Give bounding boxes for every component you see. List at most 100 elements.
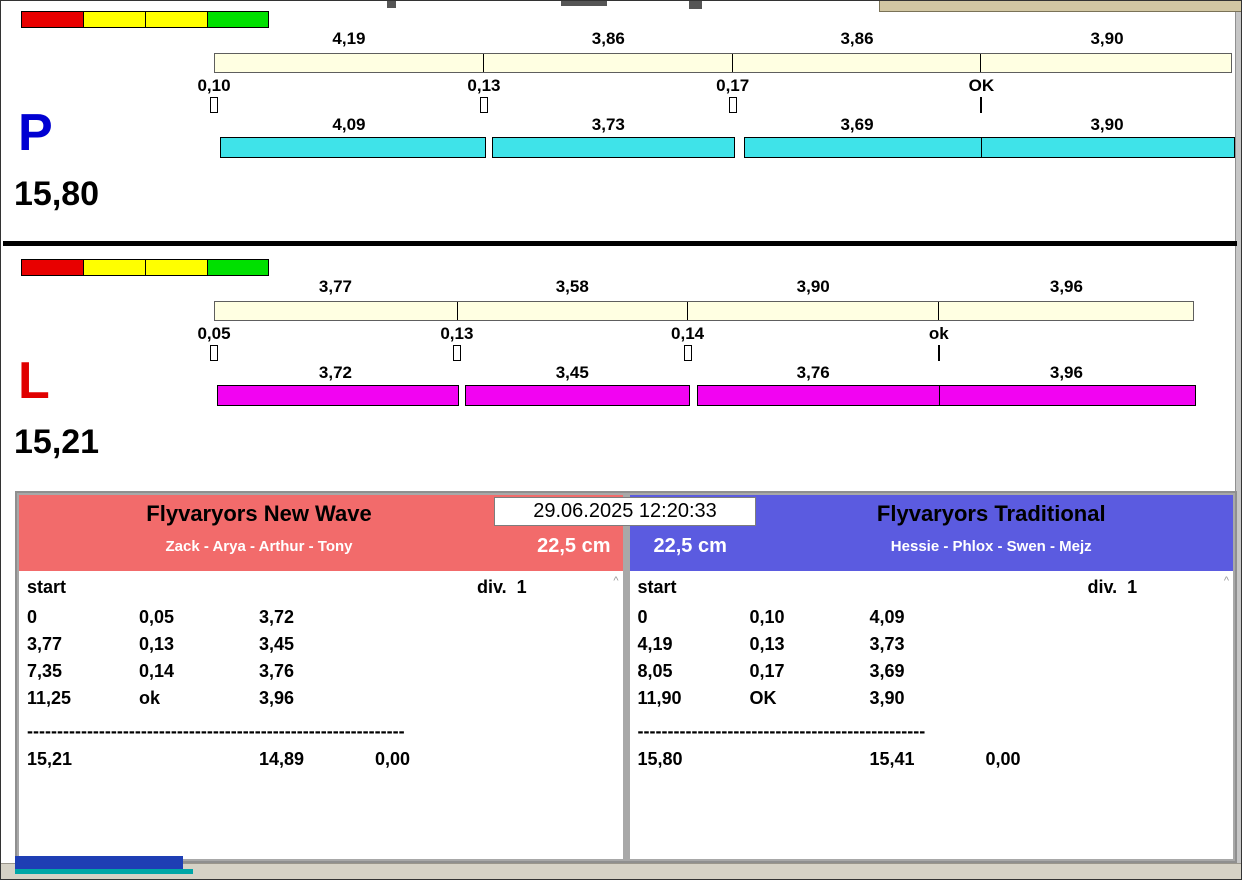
start-light-2 (145, 11, 207, 28)
leg-segment (938, 302, 1193, 320)
row-run-time: 3,90 (869, 688, 905, 708)
start-light-2 (145, 259, 207, 276)
results-list[interactable]: ^ start div. 1 0 0,05 3,72 3,77 0,13 3,45 7,35 0,… (19, 571, 623, 859)
team-panel-left: Flyvaryors New Wave Zack - Arya - Arthur… (19, 495, 623, 859)
scrollbar-up-arrow[interactable]: ^ (613, 575, 618, 587)
row-run-time: 4,09 (869, 607, 905, 627)
start-label: start (27, 577, 67, 597)
row-cumulative-time: 7,35 (27, 661, 63, 681)
run-segment (743, 137, 984, 158)
scrollbar-up-arrow[interactable]: ^ (1224, 575, 1229, 587)
change-time-label: ok (928, 324, 949, 343)
run-time-label: 3,72 (318, 363, 352, 382)
leg-time-bar (214, 301, 1194, 321)
change-tick (210, 345, 218, 361)
start-light-0 (21, 259, 83, 276)
change-tick (683, 345, 692, 361)
flyball-timing-window: 4,19 3,86 3,86 3,90 0,10 0,13 0,17 OK 4,09 3,73… (0, 0, 1242, 880)
leg-time-label: 3,86 (840, 29, 874, 48)
change-time-label: 0,14 (671, 324, 705, 343)
row-cumulative-time: 0 (637, 607, 648, 627)
leg-time-label: 4,19 (332, 29, 366, 48)
lane-divider (3, 241, 1237, 246)
lane-p-chart: 4,19 3,86 3,86 3,90 0,10 0,13 0,17 OK 4,09 3,73… (197, 9, 1235, 169)
row-cumulative-time: 8,05 (637, 661, 673, 681)
lane-letter: P (18, 104, 53, 162)
leg-time-bar (214, 53, 1232, 73)
run-time-label: 3,96 (1049, 363, 1083, 382)
run-time-label: 4,09 (332, 115, 366, 134)
leg-time-label: 3,58 (555, 277, 589, 296)
row-change-time: OK (749, 688, 777, 708)
total-time: 15,80 (637, 749, 683, 769)
run-sum: 15,41 (869, 749, 915, 769)
row-change-time: 0,05 (139, 607, 175, 627)
leg-time-label: 3,96 (1049, 277, 1083, 296)
row-run-time: 3,72 (259, 607, 295, 627)
change-tick (980, 97, 983, 113)
lane-l-chart: 3,77 3,58 3,90 3,96 0,05 0,13 0,14 ok 3,72 3,45… (197, 257, 1196, 417)
change-tick (452, 345, 461, 361)
background-window-fragment (561, 1, 607, 6)
results-list[interactable]: ^ start div. 1 0 0,10 4,09 4,19 0,13 3,73 8,05 0,… (629, 571, 1233, 859)
penalty: 0,00 (375, 749, 411, 769)
row-cumulative-time: 4,19 (637, 634, 673, 654)
lane-letter: L (18, 352, 50, 410)
background-window-titlebar-fragment (15, 856, 183, 869)
change-tick (210, 97, 218, 113)
start-label: start (637, 577, 677, 597)
team-name: Flyvaryors New Wave (146, 501, 372, 526)
leg-time-label: 3,90 (796, 277, 830, 296)
change-tick (728, 97, 737, 113)
run-time-label: 3,69 (840, 115, 874, 134)
background-window-fragment (387, 1, 396, 8)
separator-line: ----------------------------------------… (27, 721, 405, 741)
change-times-row: 0,05 0,13 0,14 ok (197, 324, 1194, 343)
team-members: Zack - Arya - Arthur - Tony (165, 538, 353, 555)
separator-line: ----------------------------------------… (637, 721, 926, 741)
change-time-label: 0,13 (467, 76, 501, 95)
lane-p: 4,19 3,86 3,86 3,90 0,10 0,13 0,17 OK 4,09 3,73… (1, 9, 1241, 241)
row-run-time: 3,96 (259, 688, 295, 708)
jump-height: 22,5 cm (653, 535, 727, 557)
leg-times-row: 4,19 3,86 3,86 3,90 (214, 29, 1232, 49)
jump-height: 22,5 cm (537, 535, 611, 557)
row-cumulative-time: 11,25 (27, 688, 72, 708)
penalty: 0,00 (985, 749, 1021, 769)
leg-time-label: 3,77 (318, 277, 352, 296)
lane-total-time: 15,80 (14, 175, 100, 213)
leg-time-label: 3,86 (591, 29, 625, 48)
run-time-label: 3,73 (591, 115, 625, 134)
change-tick (479, 97, 488, 113)
division-label: div. 1 (477, 577, 527, 597)
change-time-label: 0,05 (197, 324, 231, 343)
row-cumulative-time: 11,90 (637, 688, 682, 708)
run-sum: 14,89 (259, 749, 305, 769)
row-change-time: 0,10 (749, 607, 785, 627)
run-time-label: 3,76 (796, 363, 830, 382)
leg-segment (215, 54, 483, 72)
change-tick (937, 345, 940, 361)
start-light-1 (83, 259, 145, 276)
run-times-row: 3,72 3,45 3,76 3,96 (214, 363, 1194, 383)
team-name: Flyvaryors Traditional (876, 501, 1106, 526)
leg-segment (731, 54, 980, 72)
division-label: div. 1 (1087, 577, 1138, 597)
start-light-1 (83, 11, 145, 28)
row-run-time: 3,76 (259, 661, 295, 681)
run-segment (981, 137, 1235, 158)
leg-segment (456, 302, 687, 320)
leg-times-row: 3,77 3,58 3,90 3,96 (214, 277, 1194, 297)
run-segment (492, 137, 735, 158)
change-times-row: 0,10 0,13 0,17 OK (197, 76, 1232, 95)
row-run-time: 3,45 (259, 634, 295, 654)
row-change-time: 0,13 (139, 634, 175, 654)
run-time-bar (214, 137, 1235, 158)
results-section: Flyvaryors New Wave Zack - Arya - Arthur… (15, 491, 1237, 863)
background-window-titlebar-fragment (879, 1, 1241, 12)
change-time-label: OK (968, 76, 995, 95)
run-times-row: 4,09 3,73 3,69 3,90 (214, 115, 1232, 135)
leg-segment (483, 54, 731, 72)
leg-segment (687, 302, 938, 320)
row-run-time: 3,69 (869, 661, 905, 681)
